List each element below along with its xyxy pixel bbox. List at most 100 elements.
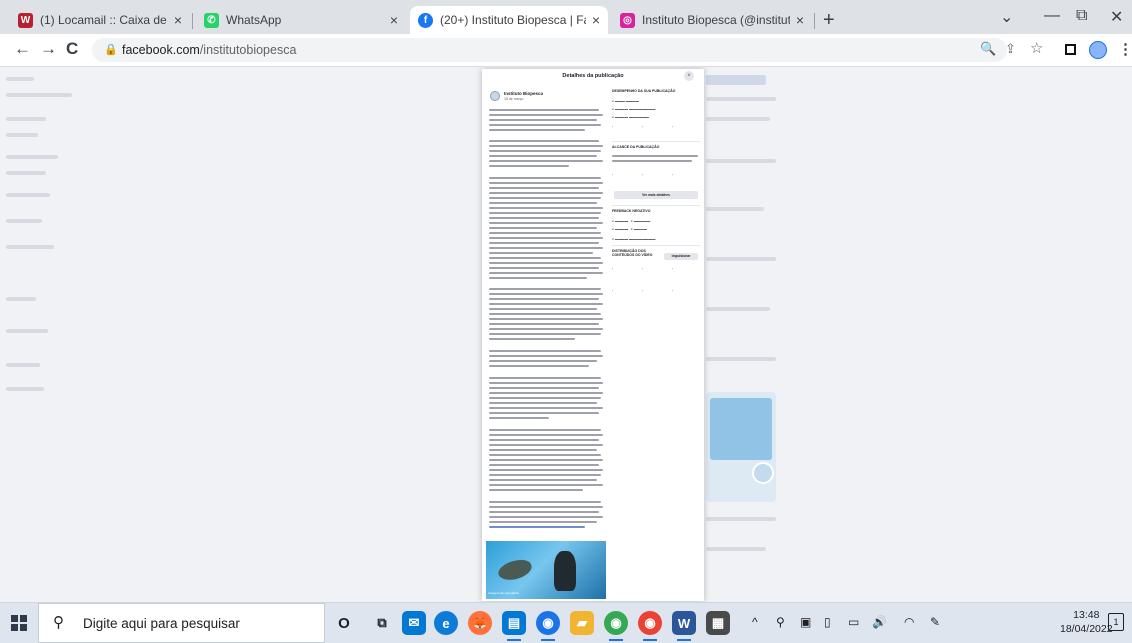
photo-turtle	[496, 556, 534, 584]
share-icon[interactable]: ⇪	[1005, 41, 1016, 57]
text-line	[489, 459, 603, 461]
text-line	[489, 479, 597, 481]
tray-app-icon[interactable]: ▣	[800, 615, 811, 629]
text-line-link[interactable]	[489, 526, 585, 528]
chrome-icon[interactable]: ◉	[536, 611, 560, 641]
back-button[interactable]: ←	[14, 39, 31, 59]
tab-close-icon[interactable]: ×	[390, 12, 398, 28]
forward-button[interactable]: →	[40, 39, 57, 59]
tab-close-icon[interactable]: ×	[592, 12, 600, 28]
close-icon[interactable]: ×	[684, 71, 694, 81]
feedback-row: ● ▬▬▬▬ ▬▬▬▬▬▬▬▬	[612, 237, 656, 241]
wifi-icon[interactable]: ◠	[904, 615, 914, 629]
windows-start-icon[interactable]	[11, 615, 27, 631]
tab-facebook[interactable]: f (20+) Instituto Biopesca | Facebo ×	[410, 6, 608, 34]
store-icon[interactable]: ▤	[502, 611, 526, 641]
bookmark-star-icon[interactable]: ☆	[1030, 39, 1043, 57]
post-date[interactable]: 18 de março	[504, 97, 523, 101]
url-host: facebook.com	[122, 43, 200, 57]
taskbar-search-box[interactable]: ⚲ Digite aqui para pesquisar	[38, 603, 325, 643]
tab-close-icon[interactable]: ×	[796, 12, 804, 28]
extension-icon[interactable]	[1065, 44, 1076, 55]
text-line	[489, 272, 603, 274]
page-name[interactable]: Instituto Biopesca	[504, 91, 543, 96]
mail-icon[interactable]: ✉	[402, 611, 426, 635]
text-line	[489, 474, 601, 476]
file-explorer-icon[interactable]: ▰	[570, 611, 594, 635]
volume-icon[interactable]: 🔊	[872, 615, 887, 629]
edge-icon[interactable]: e	[434, 611, 458, 635]
notification-center-icon[interactable]: 1	[1108, 613, 1124, 631]
post-photo[interactable]: Imagens da campanha	[486, 541, 606, 599]
pen-icon[interactable]: ✎	[930, 615, 940, 629]
tab-instagram[interactable]: ◎ Instituto Biopesca (@institutobio ×	[612, 6, 812, 34]
text-line	[612, 160, 692, 162]
tab-locamail[interactable]: W (1) Locamail :: Caixa de entrada ×	[10, 6, 190, 34]
close-window-button[interactable]: ✕	[1110, 7, 1123, 27]
profile-avatar-icon[interactable]	[1089, 41, 1107, 59]
chrome-profile-icon[interactable]: ◉	[604, 611, 628, 641]
text-line	[489, 318, 603, 320]
text-line	[489, 323, 599, 325]
reach-metric: ·	[672, 173, 674, 177]
tab-whatsapp[interactable]: ✆ WhatsApp ×	[196, 6, 406, 34]
battery-icon[interactable]: ▭	[848, 615, 859, 629]
search-placeholder: Digite aqui para pesquisar	[83, 616, 240, 631]
text-line	[489, 182, 603, 184]
bg-nav-item	[6, 363, 40, 367]
text-line	[489, 160, 603, 162]
bg-nav-item	[6, 219, 42, 223]
text-line	[489, 444, 603, 446]
reload-button[interactable]: C	[66, 39, 78, 59]
text-line	[489, 506, 603, 508]
facebook-page: Detalhes da publicação × Instituto Biope…	[0, 67, 1132, 602]
text-line	[489, 129, 585, 131]
task-view-icon[interactable]: ⧉	[370, 611, 394, 635]
minimize-button[interactable]: —	[1044, 7, 1060, 25]
system-clock[interactable]: 13:48 18/04/2022	[1060, 608, 1113, 636]
page-avatar[interactable]	[490, 91, 500, 101]
cortana-icon[interactable]: O	[332, 611, 356, 635]
text-line	[489, 217, 599, 219]
zoom-icon[interactable]: 🔍	[980, 41, 996, 57]
maximize-button[interactable]: ⧉	[1076, 7, 1087, 25]
whatsapp-favicon-icon: ✆	[204, 12, 219, 28]
text-line	[489, 382, 603, 384]
address-bar[interactable]: 🔒 facebook.com/institutobiopesca	[92, 38, 1007, 62]
new-tab-button[interactable]: +	[823, 9, 835, 32]
text-line	[489, 397, 601, 399]
lock-icon[interactable]: 🔒	[104, 43, 118, 56]
text-line	[489, 469, 603, 471]
instagram-favicon-icon: ◎	[620, 12, 635, 28]
tray-app-icon[interactable]: ⚲	[776, 615, 785, 629]
divider	[612, 205, 700, 206]
section-negative-feedback-title: Feedback negativo	[612, 209, 651, 213]
show-hidden-icons-chevron-icon[interactable]: ^	[752, 615, 758, 629]
tray-app-icon[interactable]: ▯	[824, 615, 831, 629]
text-line	[489, 333, 601, 335]
text-line	[489, 328, 603, 330]
text-line	[489, 109, 599, 111]
word-icon[interactable]: W	[672, 611, 696, 641]
bg-nav-item	[6, 93, 72, 97]
browser-toolbar: ← → C 🔒 facebook.com/institutobiopesca 🔍…	[0, 34, 1132, 67]
text-line	[489, 429, 601, 431]
text-line	[489, 145, 603, 147]
post-insights-panel: Desempenho da sua publicação ● ▬▬▬ ▬▬▬▬ …	[610, 85, 702, 599]
calculator-icon[interactable]: ▦	[706, 611, 730, 635]
bg-nav-item	[6, 117, 46, 121]
reach-metric: ·	[612, 173, 614, 177]
tab-close-icon[interactable]: ×	[174, 12, 182, 28]
tab-search-dropdown-icon[interactable]: ⌄	[1000, 7, 1013, 27]
see-more-details-button[interactable]: Ver mais detalhes	[614, 191, 698, 199]
text-line	[489, 355, 603, 357]
text-line	[489, 150, 601, 152]
firefox-icon[interactable]: 🦊	[468, 611, 492, 635]
browser-menu-icon[interactable]: ⋮	[1118, 40, 1132, 58]
text-line	[489, 350, 601, 352]
video-metric: ·	[642, 267, 644, 271]
section-video-distribution-title: Distribuição dos conteúdos do vídeo	[612, 249, 653, 257]
boost-button[interactable]: Impulsionar	[664, 253, 698, 260]
text-line	[489, 293, 603, 295]
chrome-profile-icon[interactable]: ◉	[638, 611, 662, 641]
